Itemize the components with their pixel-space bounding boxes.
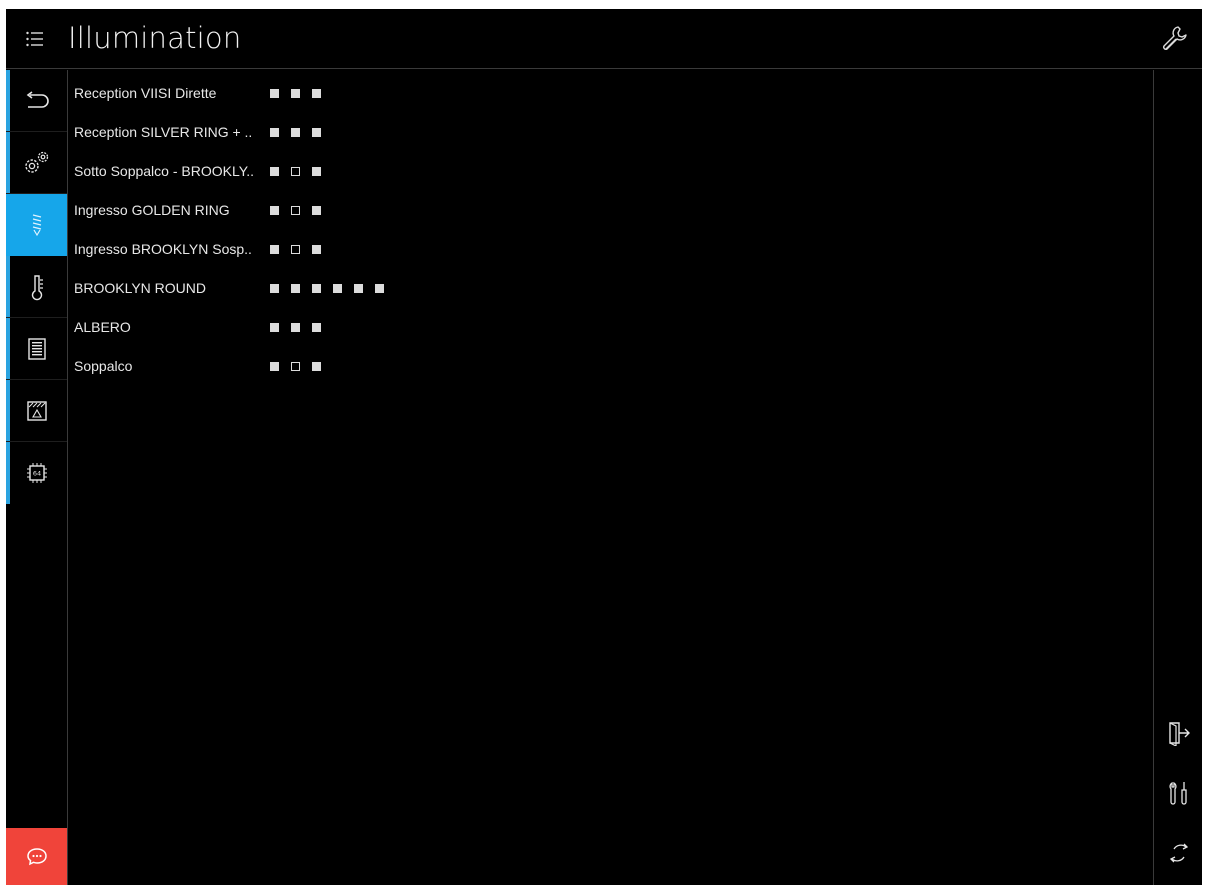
- wrench-icon[interactable]: [1160, 23, 1190, 53]
- header-bar: Illumination: [6, 9, 1202, 69]
- sidebar-item-alarm[interactable]: [6, 380, 67, 442]
- list-item[interactable]: Reception SILVER RING + ..: [74, 113, 674, 151]
- chat-button[interactable]: [6, 828, 67, 885]
- light-toggles: [270, 283, 384, 293]
- light-on-toggle[interactable]: [312, 361, 321, 371]
- light-off-toggle[interactable]: [291, 244, 300, 254]
- light-on-toggle[interactable]: [291, 127, 300, 137]
- thermometer-icon: [31, 275, 43, 301]
- light-toggles: [270, 361, 321, 371]
- light-on-toggle[interactable]: [375, 283, 384, 293]
- light-toggles: [270, 127, 321, 137]
- light-off-toggle[interactable]: [291, 166, 300, 176]
- light-on-toggle[interactable]: [312, 166, 321, 176]
- light-on-toggle[interactable]: [354, 283, 363, 293]
- list-item-label: Ingresso BROOKLYN Sosp..: [74, 241, 252, 257]
- list-item-label: ALBERO: [74, 319, 131, 335]
- list-item-label: BROOKLYN ROUND: [74, 280, 206, 296]
- light-on-toggle[interactable]: [312, 322, 321, 332]
- page-title: Illumination: [68, 21, 242, 55]
- light-on-toggle[interactable]: [270, 88, 279, 98]
- sidebar-item-temperature[interactable]: [6, 256, 67, 318]
- list-item[interactable]: Ingresso BROOKLYN Sosp..: [74, 230, 674, 268]
- illumination-list: Reception VIISI Dirette Reception SILVER…: [68, 70, 1153, 885]
- left-sidebar: 64: [6, 70, 68, 885]
- light-on-toggle[interactable]: [270, 361, 279, 371]
- light-toggles: [270, 88, 321, 98]
- light-on-toggle[interactable]: [291, 283, 300, 293]
- light-on-toggle[interactable]: [270, 166, 279, 176]
- chip-64-icon: 64: [26, 463, 47, 483]
- lightbulb-icon: [32, 214, 41, 237]
- list-item[interactable]: Soppalco: [74, 347, 674, 385]
- chip-label: 64: [32, 470, 40, 478]
- light-on-toggle[interactable]: [312, 88, 321, 98]
- light-on-toggle[interactable]: [270, 283, 279, 293]
- chat-bubble-icon: [26, 847, 47, 865]
- sidebar-item-illumination[interactable]: [6, 194, 67, 256]
- list-item[interactable]: Sotto Soppalco - BROOKLY..: [74, 152, 674, 190]
- light-on-toggle[interactable]: [270, 127, 279, 137]
- list-item[interactable]: Ingresso GOLDEN RING: [74, 191, 674, 229]
- light-toggles: [270, 244, 321, 254]
- light-toggles: [270, 322, 321, 332]
- list-item-label: Reception SILVER RING + ..: [74, 124, 253, 140]
- list-item[interactable]: BROOKLYN ROUND: [74, 269, 674, 307]
- light-on-toggle[interactable]: [312, 283, 321, 293]
- list-item[interactable]: ALBERO: [74, 308, 674, 346]
- tools-icon[interactable]: [1166, 780, 1192, 806]
- light-on-toggle[interactable]: [312, 127, 321, 137]
- sidebar-item-processor[interactable]: 64: [6, 442, 67, 504]
- refresh-icon[interactable]: [1166, 840, 1192, 866]
- exit-door-icon[interactable]: [1166, 720, 1192, 746]
- app-window: Illumination 64 Reception VIISI Dirette …: [6, 9, 1202, 885]
- back-arrow-icon: [26, 91, 49, 108]
- list-item-label: Sotto Soppalco - BROOKLY..: [74, 163, 255, 179]
- sidebar-item-back[interactable]: [6, 70, 67, 132]
- light-toggles: [270, 205, 321, 215]
- light-off-toggle[interactable]: [291, 205, 300, 215]
- light-on-toggle[interactable]: [270, 244, 279, 254]
- gears-icon: [24, 151, 48, 173]
- light-on-toggle[interactable]: [312, 244, 321, 254]
- list-item-label: Soppalco: [74, 358, 133, 374]
- light-off-toggle[interactable]: [291, 361, 300, 371]
- sidebar-item-settings[interactable]: [6, 132, 67, 194]
- light-toggles: [270, 166, 321, 176]
- list-item[interactable]: Reception VIISI Dirette: [74, 74, 674, 112]
- light-on-toggle[interactable]: [291, 88, 300, 98]
- light-on-toggle[interactable]: [270, 205, 279, 215]
- light-on-toggle[interactable]: [270, 322, 279, 332]
- light-on-toggle[interactable]: [291, 322, 300, 332]
- list-item-label: Reception VIISI Dirette: [74, 85, 217, 101]
- light-on-toggle[interactable]: [333, 283, 342, 293]
- keypad-icon: [27, 338, 46, 360]
- list-item-label: Ingresso GOLDEN RING: [74, 202, 230, 218]
- right-sidebar: [1153, 70, 1202, 885]
- light-on-toggle[interactable]: [312, 205, 321, 215]
- sidebar-item-keypad[interactable]: [6, 318, 67, 380]
- list-menu-icon[interactable]: [25, 29, 45, 49]
- alarm-panel-icon: [26, 401, 47, 421]
